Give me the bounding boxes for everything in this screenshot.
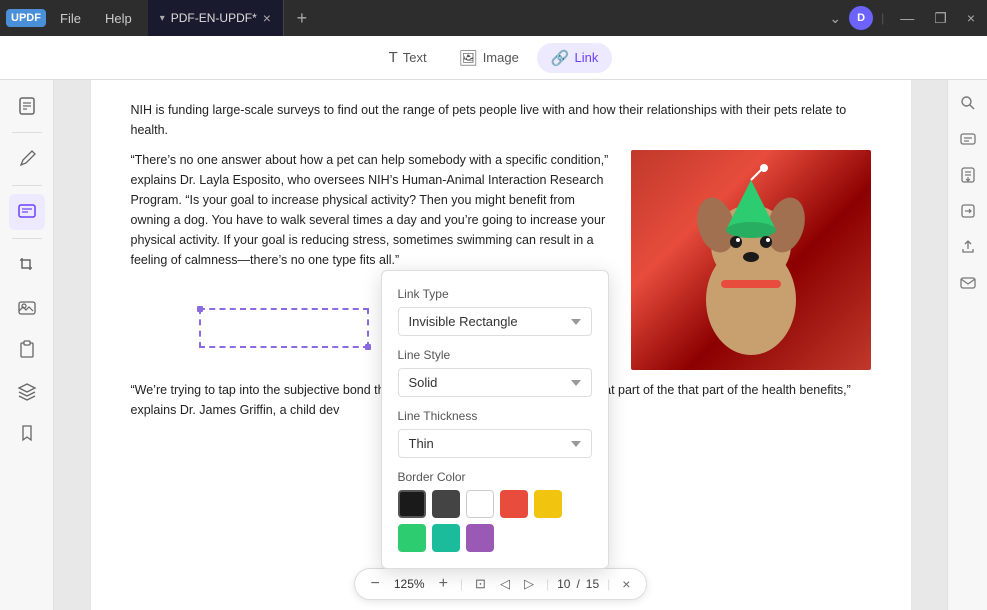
- zoom-in-button[interactable]: +: [435, 573, 452, 595]
- image-tool-label: Image: [483, 50, 519, 65]
- active-tab[interactable]: ▾ PDF-EN-UPDF* ×: [148, 0, 284, 36]
- color-swatches-row: [398, 490, 592, 552]
- zoom-level-display: 125%: [390, 577, 429, 591]
- app-logo: UPDF: [8, 0, 44, 36]
- line-style-select[interactable]: Solid Dashed Underline: [398, 368, 592, 397]
- text-icon: T: [389, 49, 398, 66]
- dog-photo: [631, 150, 871, 370]
- border-color-label: Border Color: [398, 470, 592, 484]
- sidebar-separator-1: [12, 132, 42, 133]
- color-swatch-yellow[interactable]: [534, 490, 562, 518]
- link-tool-label: Link: [575, 50, 599, 65]
- color-swatch-purple[interactable]: [466, 524, 494, 552]
- sidebar-icon-crop[interactable]: [9, 247, 45, 283]
- color-swatch-dark-gray[interactable]: [432, 490, 460, 518]
- separator: |: [881, 11, 884, 25]
- main-layout: NIH is funding large-scale surveys to fi…: [0, 80, 987, 610]
- menu-help[interactable]: Help: [93, 5, 144, 32]
- text-tool-button[interactable]: T Text: [375, 43, 441, 72]
- line-thickness-select[interactable]: Thin Medium Thick: [398, 429, 592, 458]
- sidebar-icon-clipboard[interactable]: [9, 331, 45, 367]
- link-icon: 🔗: [551, 49, 570, 67]
- text-tool-label: Text: [403, 50, 427, 65]
- fit-page-button[interactable]: ⊡: [471, 574, 490, 594]
- menu-file[interactable]: File: [48, 5, 93, 32]
- right-icon-convert-pdf[interactable]: [953, 196, 983, 226]
- prev-page-button[interactable]: ◁: [496, 574, 514, 594]
- sidebar-icon-layers[interactable]: [9, 373, 45, 409]
- titlebar: UPDF File Help ▾ PDF-EN-UPDF* × + ⌄ D | …: [0, 0, 987, 36]
- sidebar-separator-3: [12, 238, 42, 239]
- sidebar-separator-2: [12, 185, 42, 186]
- bottom-separator-1: |: [460, 577, 463, 591]
- pdf-paragraph-1: NIH is funding large-scale surveys to fi…: [131, 100, 871, 140]
- link-type-select[interactable]: Invisible Rectangle Visible Rectangle: [398, 307, 592, 336]
- maximize-button[interactable]: ❐: [926, 6, 955, 31]
- next-page-button[interactable]: ▷: [520, 574, 538, 594]
- color-swatch-teal[interactable]: [432, 524, 460, 552]
- right-icon-extract[interactable]: [953, 160, 983, 190]
- collapse-tabs-button[interactable]: ⌄: [821, 6, 849, 31]
- color-swatch-green[interactable]: [398, 524, 426, 552]
- pdf-dog-image: [631, 150, 871, 370]
- right-icon-share[interactable]: [953, 232, 983, 262]
- color-swatch-black[interactable]: [398, 490, 426, 518]
- sidebar-icon-bookmark[interactable]: [9, 415, 45, 451]
- right-sidebar: [947, 80, 987, 610]
- bottom-separator-3: |: [607, 577, 610, 591]
- zoom-out-button[interactable]: −: [367, 573, 384, 595]
- sidebar-icon-annotate[interactable]: [9, 194, 45, 230]
- line-style-label: Line Style: [398, 348, 592, 362]
- link-tool-button[interactable]: 🔗 Link: [537, 43, 613, 73]
- line-thickness-label: Line Thickness: [398, 409, 592, 423]
- page-current: 10: [557, 577, 570, 591]
- right-icon-search[interactable]: [953, 88, 983, 118]
- bottom-zoom-bar: − 125% + | ⊡ ◁ ▷ | 10 / 15 | ×: [354, 568, 648, 600]
- pdf-page: NIH is funding large-scale surveys to fi…: [91, 80, 911, 610]
- tab-title: PDF-EN-UPDF*: [171, 11, 257, 25]
- sidebar-icon-edit[interactable]: [9, 141, 45, 177]
- tab-dropdown-arrow[interactable]: ▾: [160, 13, 165, 24]
- menu-bar: File Help: [48, 5, 144, 32]
- minimize-button[interactable]: —: [892, 6, 922, 30]
- sidebar-icon-image-edit[interactable]: [9, 289, 45, 325]
- color-swatch-red[interactable]: [500, 490, 528, 518]
- content-area: NIH is funding large-scale surveys to fi…: [54, 80, 947, 610]
- updf-logo-text: UPDF: [6, 9, 46, 27]
- add-tab-button[interactable]: +: [288, 4, 316, 32]
- close-bottom-bar-button[interactable]: ×: [618, 574, 634, 594]
- window-controls: D | — ❐ ×: [849, 6, 983, 31]
- link-type-label: Link Type: [398, 287, 592, 301]
- page-divider: /: [576, 577, 579, 591]
- left-sidebar: [0, 80, 54, 610]
- right-icon-mail[interactable]: [953, 268, 983, 298]
- pdf-paragraph-2: “There’s no one answer about how a pet c…: [131, 150, 615, 270]
- close-window-button[interactable]: ×: [959, 6, 983, 30]
- color-swatch-white[interactable]: [466, 490, 494, 518]
- bottom-separator-2: |: [546, 577, 549, 591]
- link-properties-panel: Link Type Invisible Rectangle Visible Re…: [381, 270, 609, 569]
- image-tool-button[interactable]: 🖼 Image: [445, 43, 533, 73]
- image-icon: 🖼: [459, 49, 478, 67]
- page-total: 15: [586, 577, 599, 591]
- sidebar-icon-document[interactable]: [9, 88, 45, 124]
- tab-close-button[interactable]: ×: [263, 11, 271, 25]
- right-icon-ocr[interactable]: [953, 124, 983, 154]
- edit-toolbar: T Text 🖼 Image 🔗 Link: [0, 36, 987, 80]
- user-avatar[interactable]: D: [849, 6, 873, 30]
- tab-bar: ▾ PDF-EN-UPDF* × + ⌄: [148, 0, 849, 36]
